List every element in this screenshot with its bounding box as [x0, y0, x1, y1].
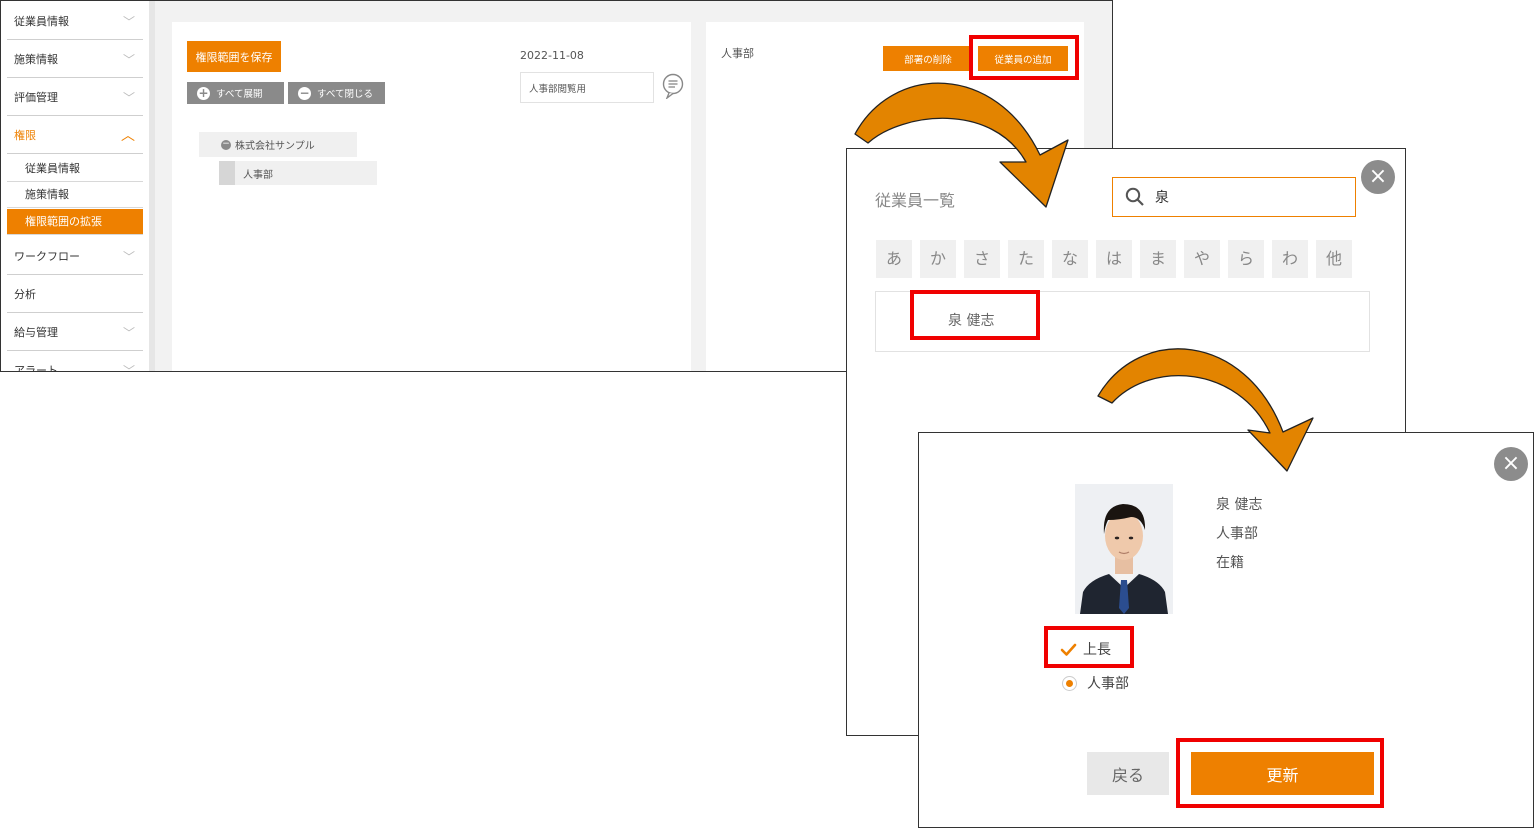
flow-arrows: [854, 82, 1314, 472]
arrow-1: [854, 82, 1069, 208]
arrow-2: [1097, 348, 1314, 472]
